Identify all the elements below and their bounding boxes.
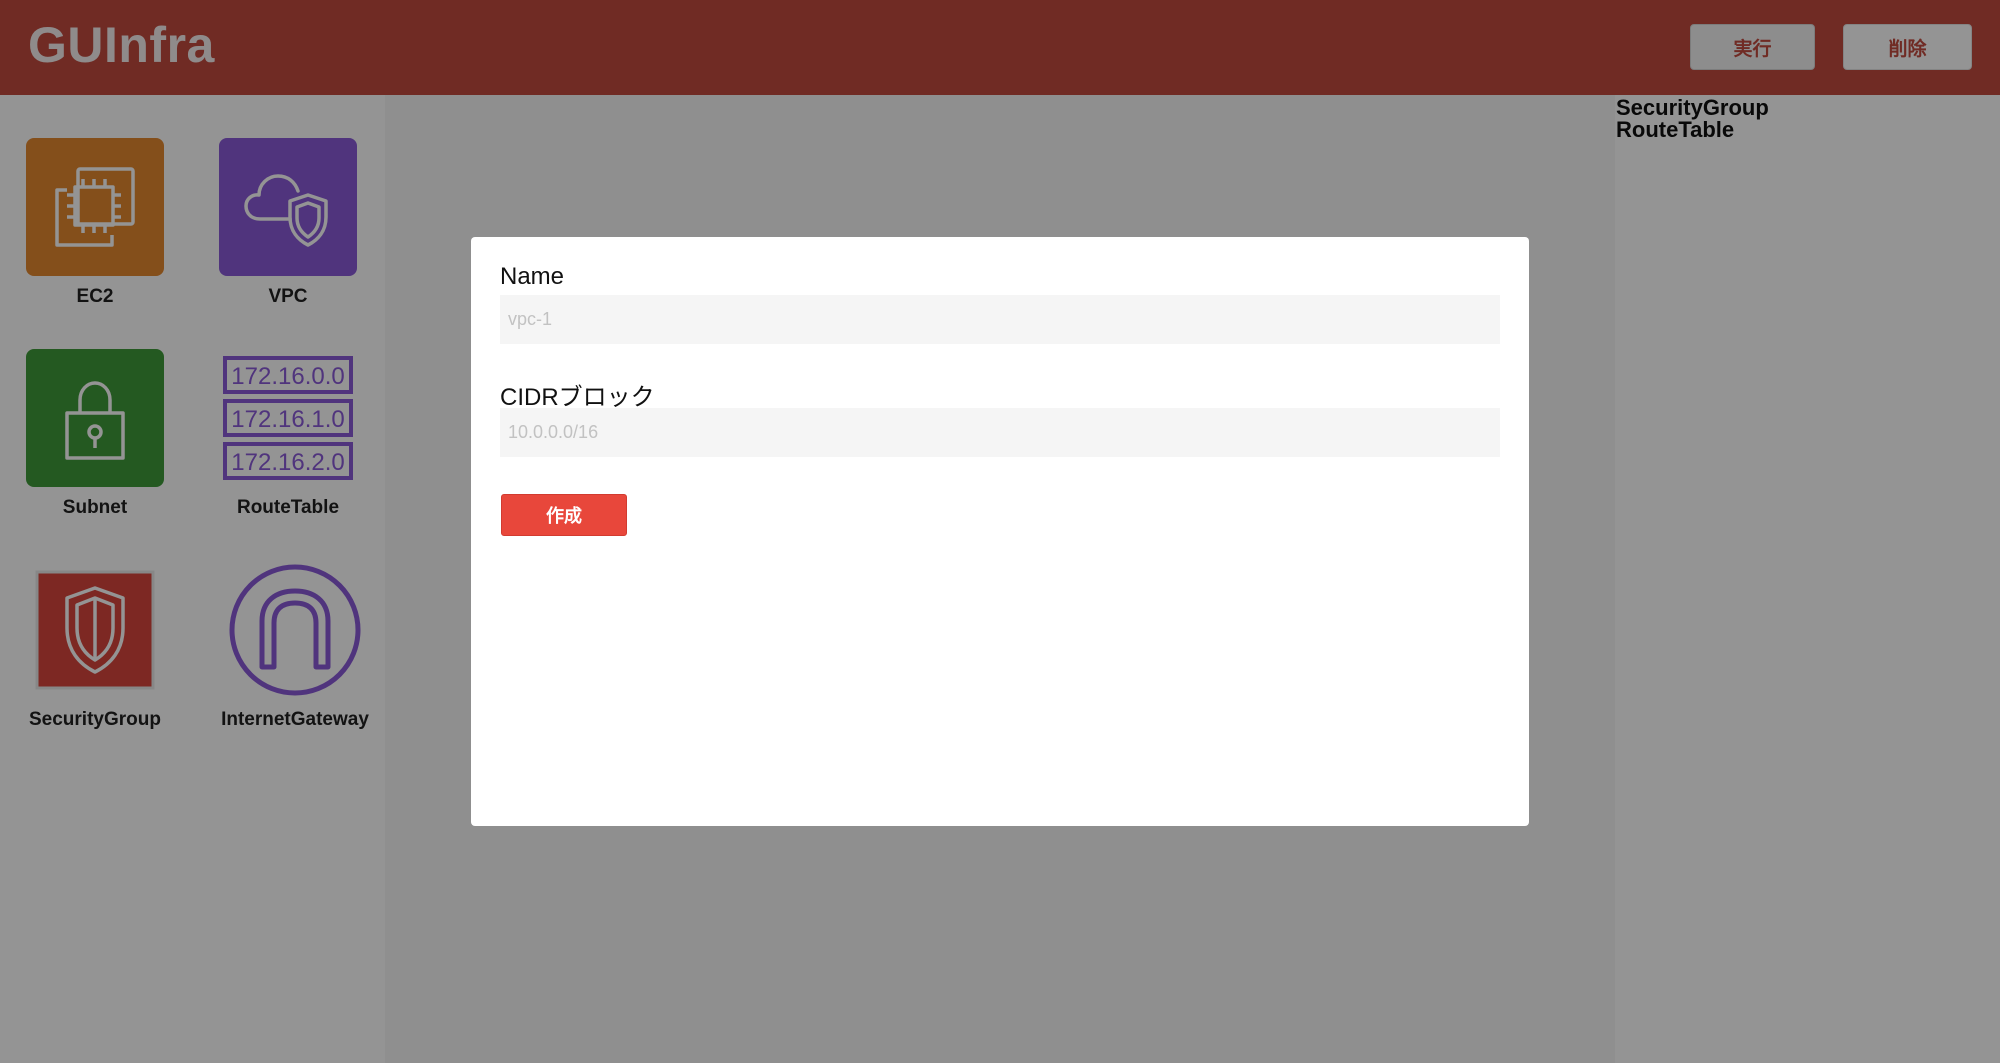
name-input[interactable] <box>500 295 1500 344</box>
cidr-label: CIDRブロック <box>500 384 655 411</box>
name-label: Name <box>500 263 565 290</box>
create-vpc-modal: Name CIDRブロック 作成 <box>471 237 1529 826</box>
cidr-input[interactable] <box>500 408 1500 457</box>
app-root: GUInfra 実行 削除 EC2 VPC Subnet 172.16.0.0 … <box>0 0 2000 1063</box>
create-button[interactable]: 作成 <box>501 494 627 536</box>
